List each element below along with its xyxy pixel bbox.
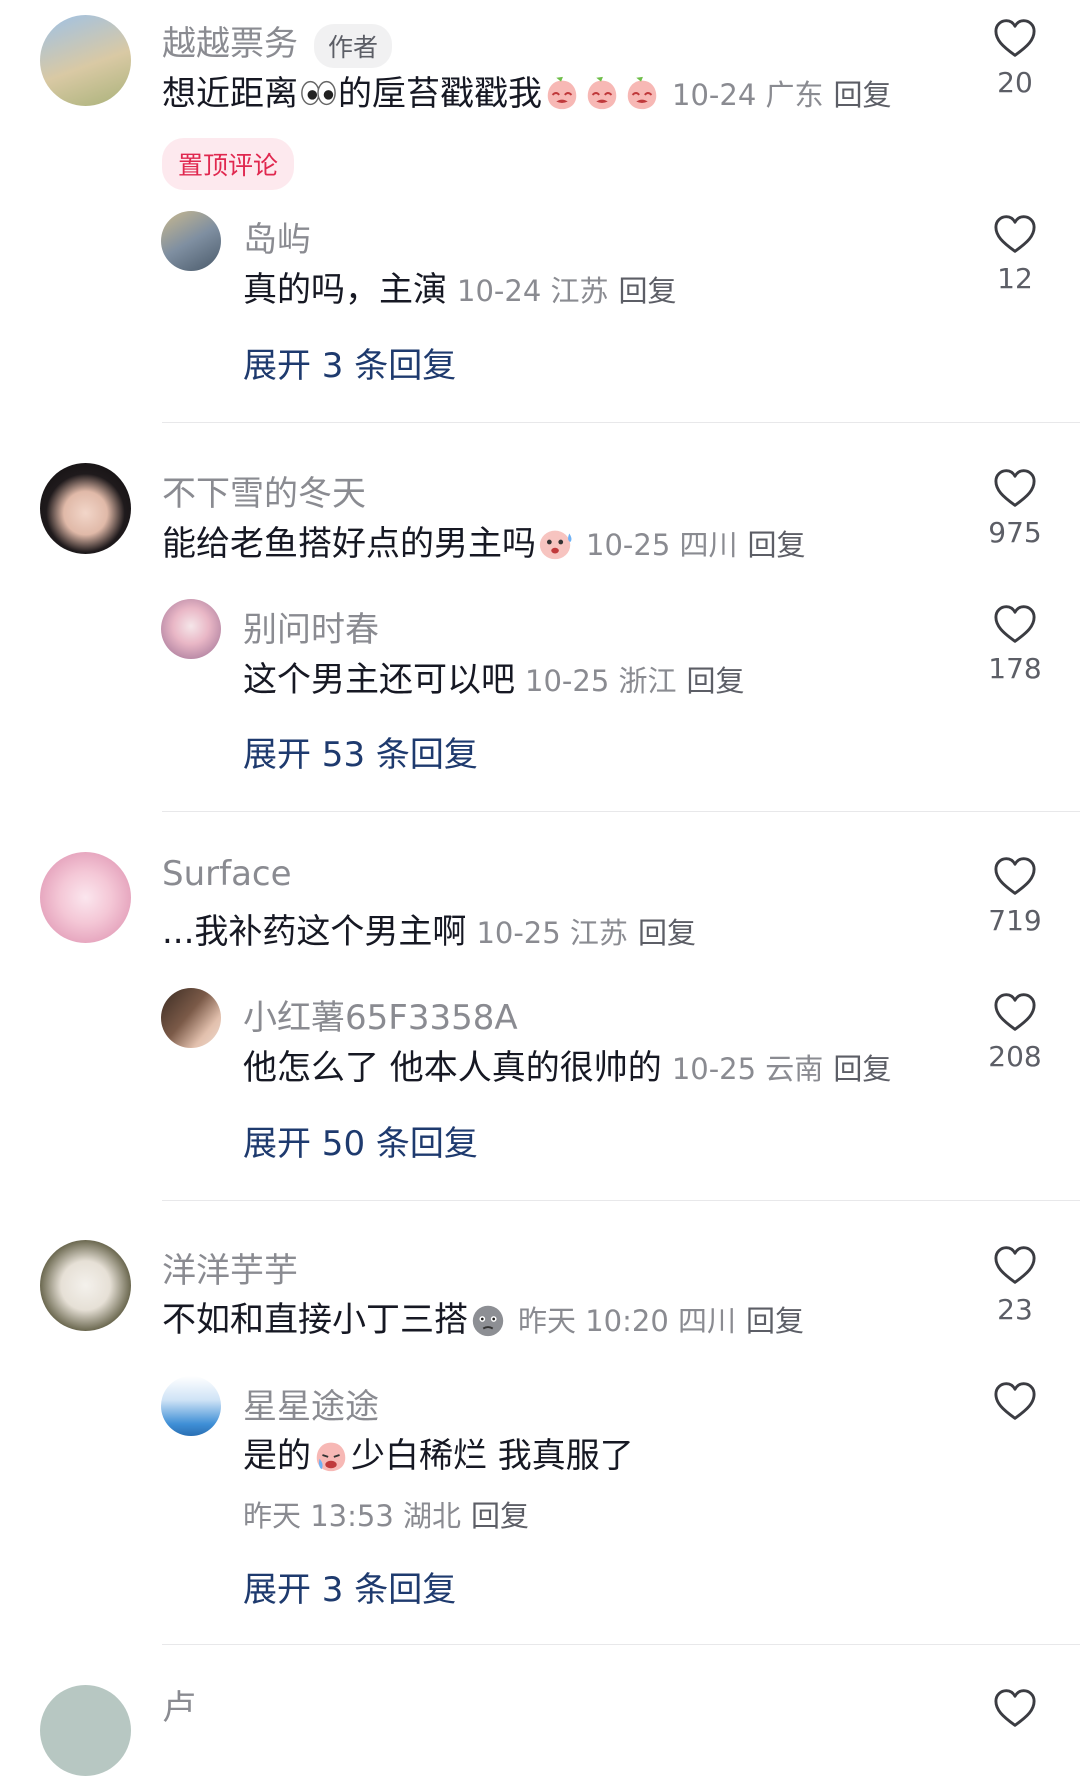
sweat-emoji-icon <box>537 524 575 562</box>
heart-outline-icon <box>993 856 1037 896</box>
reply-username[interactable]: 星星途途 <box>243 1379 379 1428</box>
peach-emoji-icon <box>543 74 581 112</box>
reply-username[interactable]: 小红薯65F3358A <box>243 990 518 1039</box>
heart-outline-icon <box>993 18 1037 58</box>
like-count: 719 <box>988 904 1042 937</box>
divider <box>162 1200 1080 1201</box>
heart-outline-icon <box>993 214 1037 254</box>
comment-username[interactable]: 卢 <box>162 1680 196 1729</box>
peach-emoji-icon <box>583 74 621 112</box>
crying-emoji-icon <box>312 1436 350 1474</box>
heart-outline-icon <box>993 1688 1037 1728</box>
like-count: 178 <box>988 652 1042 685</box>
avatar[interactable] <box>40 852 131 943</box>
comment-text: 不如和直接小丁三搭 昨天 10:20 四川 回复 <box>162 1300 805 1340</box>
comment-meta: 昨天 10:20 四川 <box>518 1304 737 1338</box>
like-button[interactable]: 208 <box>970 992 1060 1073</box>
avatar[interactable] <box>161 988 221 1048</box>
avatar[interactable] <box>161 599 221 659</box>
comment-meta: 10-25 江苏 <box>476 916 628 950</box>
comment-username[interactable]: Surface <box>162 854 292 894</box>
reply-button[interactable]: 回复 <box>619 274 677 308</box>
divider <box>162 1644 1080 1645</box>
reply-button[interactable]: 回复 <box>748 528 806 562</box>
avatar[interactable] <box>161 1376 221 1436</box>
like-button[interactable]: 719 <box>970 856 1060 937</box>
comment-meta: 10-24 广东 <box>672 78 824 112</box>
heart-outline-icon <box>993 1381 1037 1421</box>
comment-text: 想近距离 的垕苔戳戳我 10-24 广东 回复 <box>162 74 892 114</box>
like-button[interactable]: 20 <box>970 18 1060 99</box>
reply-text: 这个男主还可以吧 10-25 浙江 回复 <box>243 660 745 700</box>
like-button[interactable] <box>970 1688 1060 1728</box>
like-count: 975 <box>988 516 1042 549</box>
comment-username[interactable]: 越越票务 作者 <box>162 16 393 68</box>
expand-replies-button[interactable]: 展开 53 条回复 <box>243 727 478 776</box>
like-button[interactable]: 12 <box>970 214 1060 295</box>
reply-text: 真的吗，主演 10-24 江苏 回复 <box>243 270 677 310</box>
peach-emoji-icon <box>623 74 661 112</box>
avatar[interactable] <box>40 15 131 106</box>
avatar[interactable] <box>161 211 221 271</box>
expand-replies-button[interactable]: 展开 50 条回复 <box>243 1116 478 1165</box>
reply-username[interactable]: 别问时春 <box>243 602 379 651</box>
reply-button[interactable]: 回复 <box>638 916 696 950</box>
heart-outline-icon <box>993 604 1037 644</box>
reply-button[interactable]: 回复 <box>834 78 892 112</box>
like-count: 208 <box>988 1040 1042 1073</box>
comment-username[interactable]: 不下雪的冬天 <box>162 466 366 515</box>
like-button[interactable] <box>970 1381 1060 1421</box>
like-count: 23 <box>997 1293 1033 1326</box>
divider <box>162 422 1080 423</box>
reply-username[interactable]: 岛屿 <box>243 212 311 261</box>
like-count: 12 <box>997 262 1033 295</box>
expand-replies-button[interactable]: 展开 3 条回复 <box>243 1562 456 1611</box>
like-button[interactable]: 975 <box>970 468 1060 549</box>
reply-button[interactable]: 回复 <box>471 1499 529 1533</box>
avatar[interactable] <box>40 1240 131 1331</box>
heart-outline-icon <box>993 992 1037 1032</box>
comment-text: 能给老鱼搭好点的男主吗 10-25 四川 回复 <box>162 524 806 564</box>
doge-emoji-icon <box>469 1300 507 1338</box>
reply-button[interactable]: 回复 <box>746 1304 804 1338</box>
reply-text: 是的 少白稀烂 我真服了 <box>243 1436 634 1476</box>
like-button[interactable]: 23 <box>970 1245 1060 1326</box>
reply-meta: 10-25 云南 <box>671 1052 824 1086</box>
like-button[interactable]: 178 <box>970 604 1060 685</box>
author-badge: 作者 <box>314 23 393 68</box>
reply-meta: 10-25 浙江 <box>525 664 677 698</box>
reply-meta: 昨天 13:53 湖北 <box>243 1499 462 1533</box>
expand-replies-button[interactable]: 展开 3 条回复 <box>243 338 456 387</box>
divider <box>162 811 1080 812</box>
comment-meta: 10-25 四川 <box>586 528 738 562</box>
like-count: 20 <box>997 66 1033 99</box>
avatar[interactable] <box>40 463 131 554</box>
reply-button[interactable]: 回复 <box>833 1052 891 1086</box>
reply-meta: 10-24 江苏 <box>457 274 609 308</box>
reply-meta-line: 昨天 13:53 湖北 回复 <box>243 1493 529 1538</box>
eyes-emoji-icon <box>299 74 337 112</box>
reply-text: 他怎么了 他本人真的很帅的 10-25 云南 回复 <box>243 1048 892 1088</box>
comment-text: ...我补药这个男主啊 10-25 江苏 回复 <box>162 912 696 952</box>
heart-outline-icon <box>993 1245 1037 1285</box>
avatar[interactable] <box>40 1685 131 1776</box>
comment-username[interactable]: 洋洋芋芋 <box>162 1243 298 1292</box>
reply-button[interactable]: 回复 <box>687 664 745 698</box>
heart-outline-icon <box>993 468 1037 508</box>
pinned-badge: 置顶评论 <box>162 138 295 190</box>
